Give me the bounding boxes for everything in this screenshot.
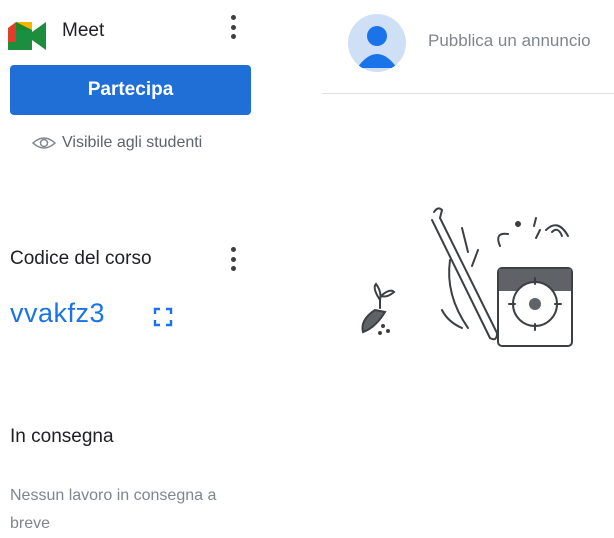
eye-icon [32, 137, 56, 149]
meet-title: Meet [62, 20, 105, 41]
avatar-icon [357, 26, 397, 68]
empty-stream-illustration [361, 207, 573, 347]
due-title: In consegna [10, 426, 114, 447]
course-code-value: vvakfz3 [10, 298, 106, 328]
announce-input[interactable]: Pubblica un annuncio [428, 31, 591, 51]
meet-more-icon[interactable] [230, 15, 236, 39]
join-meet-button[interactable]: Partecipa [10, 65, 251, 115]
due-empty-text: Nessun lavoro in consegna a breve [10, 487, 217, 532]
fullscreen-icon[interactable] [152, 306, 174, 328]
visibility-note: Visibile agli studenti [32, 134, 202, 152]
visibility-label: Visibile agli studenti [62, 134, 203, 151]
avatar [348, 14, 406, 72]
divider [322, 93, 614, 94]
meet-logo-icon [8, 22, 46, 50]
course-code-label: Codice del corso [10, 248, 152, 269]
course-code-more-icon[interactable] [230, 247, 236, 271]
